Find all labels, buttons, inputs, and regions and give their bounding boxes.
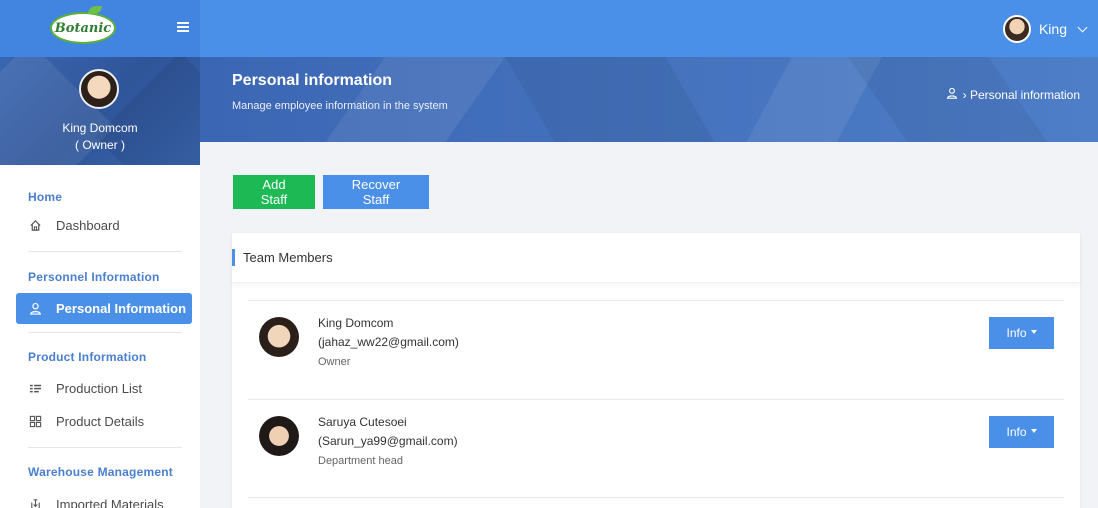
avatar	[259, 416, 299, 456]
top-bar: Botanic King	[0, 0, 1098, 57]
import-icon	[28, 498, 42, 508]
page-title: Personal information	[232, 72, 393, 89]
page-subtitle: Manage employee information in the syste…	[232, 100, 448, 112]
caret-down-icon	[1030, 429, 1037, 433]
row-divider	[248, 300, 1064, 301]
user-icon	[946, 87, 958, 102]
row-divider	[248, 497, 1064, 498]
member-role: Owner	[318, 356, 351, 368]
member-name: Saruya Cutesoei	[318, 415, 407, 429]
section-title-personnel: Personnel Information	[28, 270, 160, 284]
info-dropdown-button[interactable]: Info	[989, 317, 1054, 349]
member-name: King Domcom	[318, 316, 394, 330]
app-logo[interactable]: Botanic	[50, 6, 116, 44]
leaf-icon	[88, 6, 102, 14]
sidebar-item-label: Dashboard	[56, 218, 120, 233]
card-header: Team Members	[232, 233, 1080, 283]
profile-name: King Domcom	[62, 121, 138, 135]
card-title: Team Members	[243, 250, 333, 265]
logo-text: Botanic	[54, 20, 112, 36]
divider	[28, 251, 182, 252]
menu-toggle-icon[interactable]	[177, 22, 189, 32]
avatar	[1002, 15, 1031, 43]
breadcrumb: › Personal information	[946, 87, 1080, 102]
profile-avatar	[79, 69, 119, 109]
caret-down-icon	[1030, 330, 1037, 334]
section-title-home: Home	[28, 190, 63, 204]
info-dropdown-button[interactable]: Info	[989, 416, 1054, 448]
breadcrumb-current[interactable]: › Personal information	[963, 88, 1080, 102]
recover-staff-button[interactable]: Recover Staff	[323, 175, 429, 209]
team-members-card: Team Members King Domcom (jahaz_ww22@gma…	[232, 233, 1080, 508]
sidebar-item-production-list[interactable]: Production List	[16, 373, 192, 404]
info-label: Info	[1006, 326, 1027, 340]
section-title-warehouse: Warehouse Management	[28, 465, 173, 479]
sidebar-item-product-details[interactable]: Product Details	[16, 406, 192, 437]
page-header-banner: Personal information Manage employee inf…	[200, 57, 1098, 142]
list-icon	[28, 382, 42, 396]
divider	[28, 332, 182, 333]
member-email: (Sarun_ya99@gmail.com)	[318, 434, 458, 448]
info-label: Info	[1006, 425, 1027, 439]
member-email: (jahaz_ww22@gmail.com)	[318, 335, 459, 349]
grid-icon	[28, 415, 42, 429]
banner-decoration	[482, 57, 758, 142]
profile-role: ( Owner )	[74, 138, 125, 152]
row-divider	[248, 399, 1064, 400]
sidebar-item-dashboard[interactable]: Dashboard	[16, 210, 192, 241]
sidebar-item-label: Production List	[56, 381, 142, 396]
user-name: King	[1038, 21, 1067, 37]
avatar	[259, 317, 299, 357]
sidebar-item-label: Imported Materials	[56, 497, 164, 508]
sidebar: King Domcom ( Owner ) Home Dashboard Per…	[0, 57, 200, 508]
sidebar-item-label: Product Details	[56, 414, 145, 429]
sidebar-item-imported-materials[interactable]: Imported Materials	[16, 489, 192, 508]
divider	[28, 447, 182, 448]
sidebar-item-label: Personal Information	[56, 301, 187, 316]
profile-card: King Domcom ( Owner )	[0, 57, 200, 165]
user-icon	[28, 302, 42, 316]
section-title-product: Product Information	[28, 350, 147, 364]
sidebar-item-personal-information[interactable]: Personal Information	[16, 293, 192, 324]
member-role: Department head	[318, 455, 403, 467]
logo-area: Botanic	[0, 0, 200, 57]
home-icon	[28, 219, 42, 233]
add-staff-button[interactable]: Add Staff	[233, 175, 315, 209]
user-menu[interactable]: King	[1002, 14, 1088, 44]
chevron-down-icon	[1077, 22, 1088, 32]
